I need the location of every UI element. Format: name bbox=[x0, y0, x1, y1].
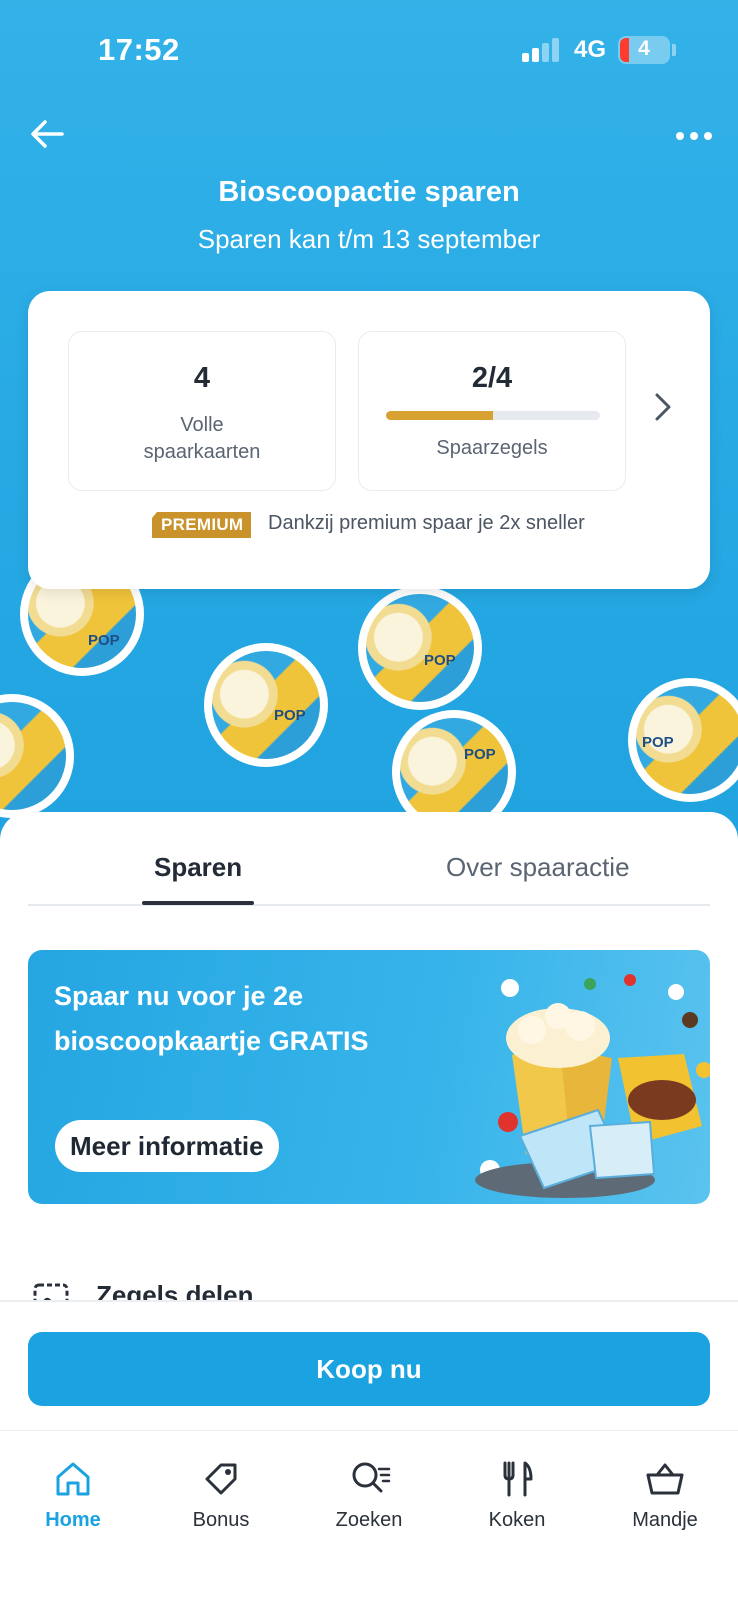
network-type: 4G bbox=[574, 36, 607, 63]
next-card-button[interactable] bbox=[648, 387, 678, 427]
promo-text: Spaar nu voor je 2e bioscoopkaartje GRAT… bbox=[54, 981, 369, 1056]
popcorn-candy-illustration bbox=[475, 974, 710, 1198]
stamp-brand: POP bbox=[424, 652, 456, 669]
arrow-left-icon bbox=[31, 120, 64, 148]
search-icon bbox=[352, 1462, 391, 1493]
nav-home[interactable]: Home bbox=[13, 1457, 133, 1532]
nav-koken[interactable]: Koken bbox=[457, 1457, 577, 1532]
battery-tip bbox=[672, 44, 676, 56]
home-icon bbox=[56, 1462, 90, 1496]
active-tab-indicator bbox=[142, 901, 254, 905]
stamp-brand: POP bbox=[88, 632, 120, 649]
stamp-image: POP bbox=[628, 678, 738, 802]
stamps-value: 2/4 bbox=[471, 362, 513, 394]
cta-zone: Koop nu bbox=[0, 1300, 738, 1430]
buy-now-button[interactable]: Koop nu bbox=[28, 1332, 710, 1406]
full-cards-value: 4 bbox=[193, 362, 211, 394]
nav-zoeken-label: Zoeken bbox=[335, 1509, 403, 1531]
full-cards-label-text: Volle spaarkaarten bbox=[143, 414, 261, 463]
hero-section: 17:52 4G 4 Bioscoopactie sparen Sparen k… bbox=[0, 0, 738, 840]
tab-bar: Sparen Over spaaractie bbox=[28, 852, 710, 906]
full-cards-box: 4 Volle spaarkaarten bbox=[68, 331, 336, 491]
nav-mandje[interactable]: Mandje bbox=[605, 1457, 725, 1532]
full-cards-label: Volle spaarkaarten bbox=[69, 412, 335, 466]
status-time: 17:52 bbox=[98, 32, 180, 67]
nav-mandje-label: Mandje bbox=[632, 1509, 698, 1531]
basket-icon bbox=[646, 1463, 684, 1495]
stamp-brand: POP bbox=[274, 707, 306, 724]
page-subtitle: Sparen kan t/m 13 september bbox=[197, 224, 541, 254]
nav-zoeken[interactable]: Zoeken bbox=[309, 1457, 429, 1532]
signal-icon bbox=[522, 38, 562, 62]
stamp-image bbox=[0, 694, 74, 818]
premium-badge: PREMIUM bbox=[152, 512, 252, 538]
status-bar: 17:52 4G 4 bbox=[0, 0, 738, 100]
nav-home-label: Home bbox=[45, 1509, 101, 1531]
stamp-image: POP bbox=[358, 586, 482, 710]
nav-bonus[interactable]: Bonus bbox=[161, 1457, 281, 1532]
stamps-progress-fill bbox=[386, 411, 493, 420]
nav-koken-label: Koken bbox=[488, 1509, 546, 1531]
nav-bonus-label: Bonus bbox=[192, 1509, 250, 1531]
cutlery-icon bbox=[503, 1461, 533, 1497]
stamps-label: Spaarzegels bbox=[436, 437, 548, 459]
tab-sparen[interactable]: Sparen bbox=[154, 852, 242, 883]
back-button[interactable] bbox=[26, 112, 70, 156]
promo-banner[interactable]: Spaar nu voor je 2e bioscoopkaartje GRAT… bbox=[28, 950, 710, 1204]
stamp-brand: POP bbox=[464, 746, 496, 763]
premium-row: PREMIUM Dankzij premium spaar je 2x snel… bbox=[28, 509, 710, 539]
tab-over-spaaractie[interactable]: Over spaaractie bbox=[446, 852, 630, 883]
premium-text: Dankzij premium spaar je 2x sneller bbox=[268, 512, 585, 534]
battery-icon: 4 bbox=[618, 36, 670, 64]
more-options-button[interactable] bbox=[668, 118, 718, 152]
bottom-navigation: Home Bonus Zoeken Koken Mandje bbox=[0, 1430, 738, 1600]
battery-level: 4 bbox=[638, 37, 650, 60]
savings-summary-card: 4 Volle spaarkaarten 2/4 Spaarzegels PRE… bbox=[28, 291, 710, 589]
stamps-progress-bar bbox=[386, 411, 600, 420]
tag-icon bbox=[205, 1463, 237, 1495]
more-info-button[interactable]: Meer informatie bbox=[55, 1120, 279, 1172]
chevron-right-icon bbox=[655, 393, 671, 421]
stamp-brand: POP bbox=[642, 734, 674, 751]
content-sheet: Sparen Over spaaractie Spaar nu voor je … bbox=[0, 812, 738, 1312]
stamps-box: 2/4 Spaarzegels bbox=[358, 331, 626, 491]
page-title: Bioscoopactie sparen bbox=[218, 176, 520, 208]
stamp-image: POP bbox=[204, 643, 328, 767]
